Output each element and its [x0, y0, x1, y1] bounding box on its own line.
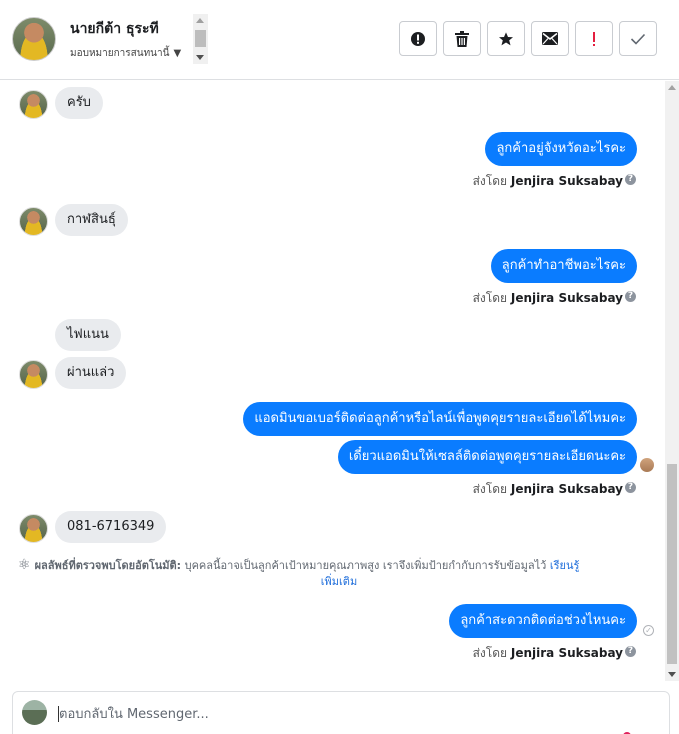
conversation-header: นายกีต้า ธุระที มอบหมายการสนทนานี้ ▼: [0, 0, 679, 80]
outgoing-message[interactable]: เดี๋ยวแอดมินให้เซลล์ติดต่อพูดคุยรายละเอี…: [337, 440, 637, 474]
follow-up-button[interactable]: [575, 21, 613, 56]
alert-circle-icon: [411, 31, 425, 46]
assign-label: มอบหมายการสนทนานี้: [70, 48, 170, 59]
sent-by-prefix: ส่งโดย: [472, 482, 508, 496]
atom-icon: ⚛: [18, 557, 31, 573]
mark-unread-button[interactable]: [531, 21, 569, 56]
incoming-message[interactable]: ครับ: [55, 87, 103, 119]
trash-icon: [455, 30, 469, 47]
sent-by-agent[interactable]: Jenjira Suksabay: [511, 482, 623, 496]
scroll-up-icon[interactable]: [668, 85, 676, 90]
sent-by-label: ส่งโดย Jenjira Suksabay: [473, 644, 623, 663]
scroll-down-icon[interactable]: [196, 55, 204, 60]
scroll-down-icon[interactable]: [668, 672, 676, 677]
sent-by-label: ส่งโดย Jenjira Suksabay: [473, 172, 623, 191]
mark-done-button[interactable]: [619, 21, 657, 56]
star-icon: [499, 31, 513, 45]
sent-by-prefix: ส่งโดย: [472, 291, 508, 305]
reply-input[interactable]: [59, 702, 619, 726]
ai-note-title: ผลลัพธ์ที่ตรวจพบโดยอัตโนมัติ:: [34, 559, 182, 572]
incoming-message[interactable]: กาฬสินธุ์: [55, 204, 128, 236]
contact-avatar[interactable]: [12, 17, 56, 61]
question-icon[interactable]: ?: [625, 291, 636, 302]
sent-by-prefix: ส่งโดย: [472, 646, 508, 660]
spam-button[interactable]: [399, 21, 437, 56]
envelope-icon: [542, 32, 558, 45]
scroll-thumb[interactable]: [195, 30, 206, 47]
exclamation-icon: [593, 31, 595, 46]
question-icon[interactable]: ?: [625, 646, 636, 657]
question-icon[interactable]: ?: [625, 482, 636, 493]
sent-by-agent[interactable]: Jenjira Suksabay: [511, 174, 623, 188]
sent-by-label: ส่งโดย Jenjira Suksabay: [473, 480, 623, 499]
message-thread[interactable]: ครับ ลูกค้าอยู่จังหวัดอะไรคะ ส่งโดย Jenj…: [0, 81, 665, 681]
messenger-inbox: นายกีต้า ธุระที มอบหมายการสนทนานี้ ▼ ครั…: [0, 0, 679, 734]
sent-by-agent[interactable]: Jenjira Suksabay: [511, 646, 623, 660]
scroll-thumb[interactable]: [667, 464, 677, 664]
learn-more-link-continued[interactable]: เพิ่มเติม: [38, 574, 640, 590]
checkmark-icon: [630, 33, 646, 45]
question-icon[interactable]: ?: [625, 174, 636, 185]
delete-button[interactable]: [443, 21, 481, 56]
outgoing-message[interactable]: ลูกค้าอยู่จังหวัดอะไรคะ: [485, 132, 637, 166]
page-avatar: [22, 700, 47, 725]
conversation-toolbar: [399, 21, 657, 56]
outgoing-message[interactable]: แอดมินขอเบอร์ติดต่อลูกค้าหรือไลน์เพื่อพู…: [243, 402, 637, 436]
ai-detection-note: ⚛ ผลลัพธ์ที่ตรวจพบโดยอัตโนมัติ: บุคคลนี้อ…: [18, 557, 640, 590]
sent-by-agent[interactable]: Jenjira Suksabay: [511, 291, 623, 305]
scroll-up-icon[interactable]: [196, 18, 204, 23]
sent-check-icon: ✓: [643, 625, 654, 636]
header-scrollbar[interactable]: [193, 14, 208, 64]
contact-avatar[interactable]: [19, 90, 48, 119]
contact-name[interactable]: นายกีต้า ธุระที: [70, 18, 159, 40]
assign-conversation-dropdown[interactable]: มอบหมายการสนทนานี้ ▼: [70, 46, 181, 61]
thread-scrollbar[interactable]: [665, 81, 679, 681]
caret-down-icon: ▼: [173, 48, 182, 59]
seen-avatar: [640, 458, 654, 472]
star-button[interactable]: [487, 21, 525, 56]
contact-avatar[interactable]: [19, 360, 48, 389]
contact-avatar[interactable]: [19, 514, 48, 543]
outgoing-message[interactable]: ลูกค้าสะดวกติดต่อช่วงไหนคะ: [449, 604, 637, 638]
sent-by-label: ส่งโดย Jenjira Suksabay: [473, 289, 623, 308]
learn-more-link[interactable]: เรียนรู้: [550, 559, 580, 572]
ai-note-body: บุคคลนี้อาจเป็นลูกค้าเป้าหมายคุณภาพสูง เ…: [184, 559, 547, 572]
sent-by-prefix: ส่งโดย: [472, 174, 508, 188]
contact-avatar[interactable]: [19, 207, 48, 236]
incoming-message[interactable]: 081-6716349: [55, 511, 167, 543]
reply-composer: [12, 691, 670, 734]
incoming-message[interactable]: ผ่านแล่ว: [55, 357, 127, 389]
incoming-message[interactable]: ไฟแนน: [55, 319, 121, 351]
outgoing-message[interactable]: ลูกค้าทำอาชีพอะไรคะ: [490, 249, 637, 283]
